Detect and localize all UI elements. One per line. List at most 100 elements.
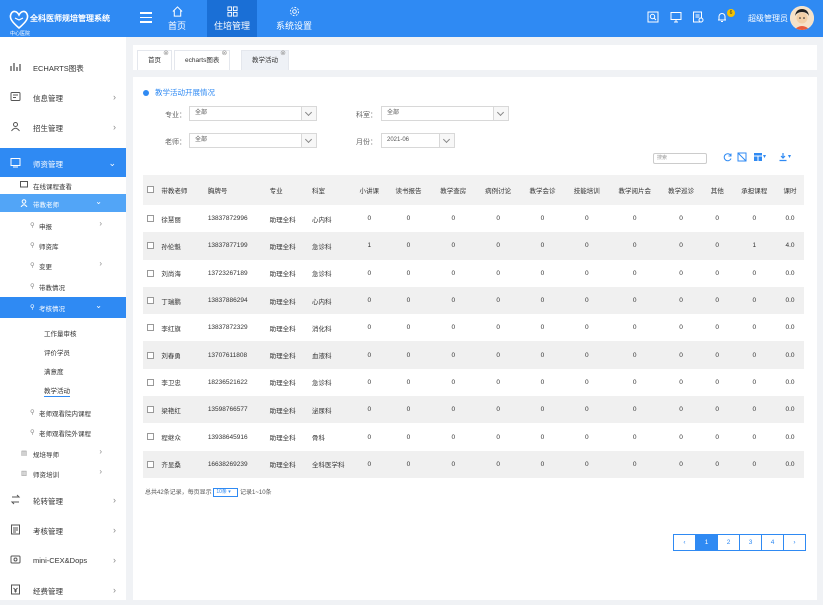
table-row[interactable]: 梁艳红 13598766577 助理全科 泌尿科 0 0 0 0 0 0 0 0 0 0 0.0: [143, 396, 804, 424]
sidebar-sub-online[interactable]: 在线课程查看: [0, 176, 126, 194]
menu-toggle-icon[interactable]: [140, 12, 152, 23]
table-cell: 助理全科: [269, 271, 296, 279]
sidebar-item-echarts[interactable]: ECHARTS图表: [0, 52, 126, 82]
table-row[interactable]: 刘春勇 13707611808 助理全科 血液科 0 0 0 0 0 0 0 0 0 0 0.0: [143, 341, 804, 369]
table-row[interactable]: 丁瑞鹏 13837886294 助理全科 心内科 0 0 0 0 0 0 0 0 0 0 0.0: [143, 286, 804, 315]
tab-bar: 首页 ⊗ echarts图表 ⊗ 教学活动 ⊗: [133, 45, 817, 70]
sidebar-sub-mentor[interactable]: 带教老师 ⌄: [0, 194, 126, 212]
sidebar-item-fund[interactable]: 经费管理 ›: [0, 575, 126, 605]
search-tool[interactable]: [647, 11, 659, 25]
month-select[interactable]: 2021-06: [381, 133, 455, 148]
sidebar-sub-pool[interactable]: ⚲ 师资库: [0, 236, 126, 254]
monitor-tool[interactable]: [670, 11, 682, 25]
prev-page-button[interactable]: ‹: [673, 534, 696, 551]
table-cell: 0: [632, 351, 637, 359]
table-cell: 0: [715, 351, 719, 359]
row-checkbox[interactable]: [143, 287, 157, 314]
sidebar-sub-apply[interactable]: ⚲ 申报 ›: [0, 216, 126, 234]
user-name[interactable]: 超级管理员: [748, 13, 788, 24]
page-button[interactable]: 1: [695, 534, 718, 551]
sidebar-sub-evaluate[interactable]: 评价学员: [0, 342, 126, 360]
table-row[interactable]: 李红旗 13837872329 助理全科 消化科 0 0 0 0 0 0 0 0 0 0 0.0: [143, 314, 804, 341]
sidebar-item-exam[interactable]: 考核管理 ›: [0, 515, 126, 545]
nav-settings[interactable]: 系统设置: [270, 0, 318, 37]
link-icon: ⚲: [30, 242, 35, 249]
sidebar-sub-in-course[interactable]: ⚲ 老师观看院内课程: [0, 403, 126, 421]
sidebar-sub-teach[interactable]: ⚲ 带教情况: [0, 277, 126, 295]
page-button[interactable]: 3: [739, 534, 762, 551]
link-icon: ⚲: [30, 304, 35, 311]
dept-select[interactable]: 全部: [381, 106, 509, 121]
nav-home[interactable]: 首页: [153, 0, 201, 37]
nav-training[interactable]: 住培管理: [207, 0, 257, 37]
table-cell: 0: [584, 242, 589, 250]
chevron-down-icon: ⌄: [95, 301, 102, 310]
teacher-select[interactable]: 全部: [189, 133, 317, 148]
page-button[interactable]: 2: [717, 534, 740, 551]
top-bar: 全科医师规培管理系统 中心医院 首页 住培管理 系统设置 6 超级管理员: [0, 0, 823, 37]
chevron-right-icon: ›: [113, 495, 116, 505]
row-checkbox[interactable]: [143, 369, 157, 396]
sidebar-item-info[interactable]: 信息管理 ›: [0, 82, 126, 112]
sidebar-sub-workload[interactable]: 工作量审核: [0, 323, 126, 341]
exam-icon: [11, 524, 20, 535]
refresh-button[interactable]: [723, 152, 733, 164]
row-checkbox[interactable]: [143, 423, 157, 450]
doc-tool[interactable]: [692, 11, 704, 25]
sidebar-item-mini-cex[interactable]: mini-CEX&Dops ›: [0, 545, 126, 575]
table-row[interactable]: 徐慧丽 13837872996 助理全科 心内科 0 0 0 0 0 0 0 0 0 0 0.0: [143, 205, 804, 232]
table-cell: 0: [367, 378, 372, 386]
table-row[interactable]: 程继众 13938645916 助理全科 骨科 0 0 0 0 0 0 0 0 0 0 0.0: [143, 423, 804, 450]
export-button[interactable]: [778, 152, 788, 164]
row-checkbox[interactable]: [143, 260, 157, 287]
close-icon[interactable]: ⊗: [163, 44, 169, 64]
row-checkbox[interactable]: [143, 396, 157, 423]
row-checkbox[interactable]: [143, 341, 157, 368]
sidebar-item-faculty[interactable]: 师资管理 ⌄: [0, 148, 126, 177]
page-size-select[interactable]: 10条 ▾: [213, 487, 239, 497]
close-icon[interactable]: ⊗: [280, 44, 286, 64]
table-row[interactable]: 孙伦魁 13837877199 助理全科 急诊科 1 0 0 0 0 0 0 0 0 1 4.0: [143, 232, 804, 260]
table-cell: 0.0: [785, 297, 795, 305]
tab-echarts[interactable]: echarts图表 ⊗: [174, 50, 231, 70]
select-all-checkbox[interactable]: [143, 175, 157, 205]
nav-label: 系统设置: [275, 21, 312, 31]
table-cell: 0: [451, 351, 456, 359]
row-checkbox[interactable]: [143, 232, 157, 259]
next-page-button[interactable]: ›: [783, 534, 806, 551]
close-icon[interactable]: ⊗: [221, 44, 227, 64]
sidebar-item-rotation[interactable]: 轮转管理 ›: [0, 485, 126, 515]
sidebar-sub-label: 教学活动: [44, 385, 70, 397]
sidebar-sub-activity[interactable]: 教学活动: [0, 380, 126, 398]
table-cell: 0: [496, 378, 500, 386]
search-input[interactable]: 搜索: [653, 153, 707, 164]
tab-activity[interactable]: 教学活动 ⊗: [241, 50, 289, 70]
rotation-icon: [10, 494, 21, 505]
major-select[interactable]: 全部: [189, 106, 317, 121]
chevron-right-icon: ›: [113, 92, 116, 102]
sidebar-sub-assess[interactable]: ⚲ 考核情况 ⌄: [0, 297, 126, 318]
table-row[interactable]: 李卫忠 18236521622 助理全科 急诊科 0 0 0 0 0 0 0 0 0 0 0.0: [143, 369, 804, 396]
table-cell: 程继众: [161, 435, 181, 443]
sidebar-item-recruit[interactable]: 招生管理 ›: [0, 112, 126, 142]
table-row[interactable]: 刘尚海 13723267189 助理全科 急诊科 0 0 0 0 0 0 0 0 0 0 0.0: [143, 260, 804, 287]
page-button[interactable]: 4: [761, 534, 784, 551]
sidebar-sub-satisfaction[interactable]: 满意度: [0, 361, 126, 379]
col-header: 带教老师: [161, 188, 188, 195]
tab-home[interactable]: 首页 ⊗: [137, 50, 172, 70]
toggle-button[interactable]: [737, 152, 747, 164]
table-cell: 0: [367, 269, 372, 277]
avatar[interactable]: [790, 6, 814, 30]
chevron-down-icon: ⌄: [108, 158, 116, 168]
row-checkbox[interactable]: [143, 205, 157, 232]
tab-label: 首页: [148, 57, 161, 64]
row-checkbox[interactable]: [143, 451, 157, 478]
columns-button[interactable]: [753, 152, 763, 164]
row-checkbox[interactable]: [143, 314, 157, 341]
table-cell: 0: [679, 433, 683, 441]
sidebar-sub-tutor[interactable]: ▤ 规培导师 ›: [0, 444, 126, 462]
table-row[interactable]: 齐显桑 16638269239 助理全科 全科医学科 0 0 0 0 0 0 0 0 0 0 0.0: [143, 450, 804, 478]
sidebar-sub-training[interactable]: ▥ 师资培训 ›: [0, 464, 126, 482]
sidebar-sub-out-course[interactable]: ⚲ 老师观看院外课程: [0, 423, 126, 441]
sidebar-sub-change[interactable]: ⚲ 变更 ›: [0, 256, 126, 274]
